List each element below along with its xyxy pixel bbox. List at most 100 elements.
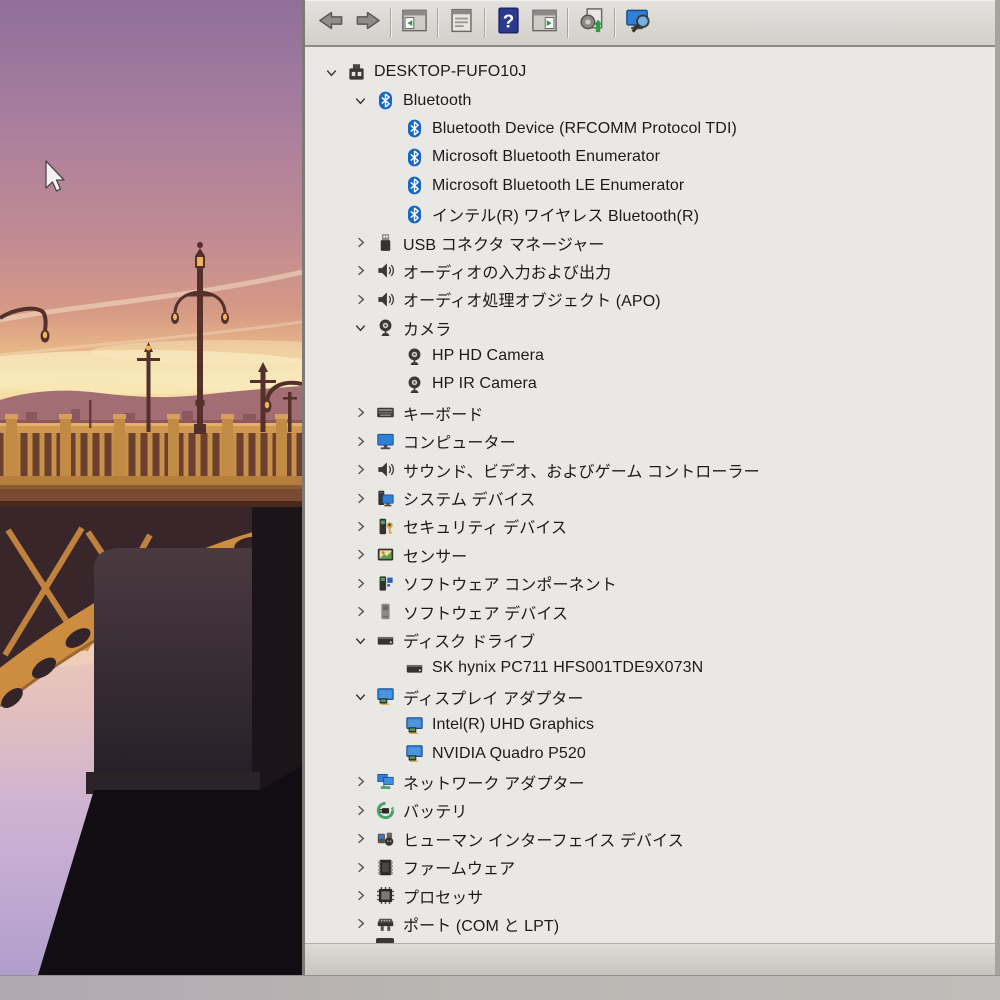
chevron-right-icon[interactable] xyxy=(346,886,375,905)
tree-item[interactable]: Microsoft Bluetooth Enumerator xyxy=(305,143,995,171)
processor-icon xyxy=(375,886,395,905)
desktop-wallpaper xyxy=(0,0,302,975)
tree-item[interactable]: オーディオの入力および出力 xyxy=(305,257,995,285)
console-tree-window-icon xyxy=(400,6,429,40)
display-icon xyxy=(404,744,424,763)
sunset-bridge-illustration xyxy=(0,160,302,975)
tree-item[interactable]: ディスプレイ アダプター xyxy=(305,683,995,711)
device-manager-window: ? DESKTOP-FUFO10J Bluetooth Bluetooth Devi… xyxy=(302,0,1000,975)
tree-item[interactable]: Intel(R) UHD Graphics xyxy=(305,711,995,739)
chevron-down-icon[interactable] xyxy=(317,63,346,82)
chevron-right-icon[interactable] xyxy=(346,829,375,848)
tree-item[interactable]: Bluetooth xyxy=(305,86,995,114)
chevron-down-icon[interactable] xyxy=(346,631,375,650)
computer-root-icon xyxy=(346,63,366,82)
device-tree: DESKTOP-FUFO10J Bluetooth Bluetooth Device… xyxy=(305,49,995,943)
tree-item-label: ディスプレイ アダプター xyxy=(403,690,584,708)
camera-icon xyxy=(404,375,424,394)
chevron-right-icon[interactable] xyxy=(346,489,375,508)
monitor-icon xyxy=(375,432,395,451)
mouse-cursor xyxy=(45,160,65,192)
disk-icon xyxy=(404,659,424,678)
bluetooth-icon xyxy=(404,119,424,138)
tree-item-label: Microsoft Bluetooth Enumerator xyxy=(432,148,660,166)
tree-item[interactable]: キーボード xyxy=(305,399,995,427)
help-question-icon: ? xyxy=(494,6,523,40)
svg-text:?: ? xyxy=(502,10,514,31)
show-action-pane-button[interactable] xyxy=(526,5,562,41)
tree-item[interactable]: NVIDIA Quadro P520 xyxy=(305,739,995,767)
chevron-right-icon[interactable] xyxy=(346,261,375,280)
toolbar-separator xyxy=(390,7,391,38)
properties-button[interactable] xyxy=(443,5,479,41)
software-component-icon xyxy=(375,574,395,593)
chevron-right-icon[interactable] xyxy=(346,517,375,536)
tree-item[interactable]: ネットワーク アダプター xyxy=(305,768,995,796)
tree-item[interactable]: ディスク ドライブ xyxy=(305,626,995,654)
usb-icon xyxy=(375,233,395,252)
chevron-right-icon[interactable] xyxy=(346,545,375,564)
tree-item[interactable]: コンピューター xyxy=(305,427,995,455)
tree-item[interactable]: インテル(R) ワイヤレス Bluetooth(R) xyxy=(305,200,995,228)
tree-item[interactable]: ポート (COM と LPT) xyxy=(305,910,995,938)
software-device-icon xyxy=(375,602,395,621)
chevron-right-icon[interactable] xyxy=(346,801,375,820)
chevron-right-icon[interactable] xyxy=(346,858,375,877)
chevron-right-icon[interactable] xyxy=(346,574,375,593)
help-button[interactable]: ? xyxy=(490,5,526,41)
tree-item[interactable]: HP IR Camera xyxy=(305,370,995,398)
tree-item[interactable]: USB コネクタ マネージャー xyxy=(305,228,995,256)
tree-item[interactable]: ヒューマン インターフェイス デバイス xyxy=(305,825,995,853)
show-console-tree-button[interactable] xyxy=(396,5,432,41)
tree-item[interactable]: Microsoft Bluetooth LE Enumerator xyxy=(305,172,995,200)
tree-item[interactable]: カメラ xyxy=(305,314,995,342)
tree-item-label: SK hynix PC711 HFS001TDE9X073N xyxy=(432,659,704,677)
tree-item[interactable]: オーディオ処理オブジェクト (APO) xyxy=(305,285,995,313)
tree-item[interactable]: HP HD Camera xyxy=(305,342,995,370)
tree-item[interactable]: セキュリティ デバイス xyxy=(305,512,995,540)
chevron-down-icon[interactable] xyxy=(346,687,375,706)
audio-icon xyxy=(375,460,395,479)
chevron-right-icon[interactable] xyxy=(346,602,375,621)
chevron-down-icon[interactable] xyxy=(346,318,375,337)
chevron-right-icon[interactable] xyxy=(346,233,375,252)
tree-item-label: ネットワーク アダプター xyxy=(403,775,585,793)
tree-item-label: オーディオ処理オブジェクト (APO) xyxy=(403,293,661,311)
scan-hardware-changes-button[interactable] xyxy=(620,5,656,41)
network-icon xyxy=(375,772,395,791)
scan-hardware-monitor-icon xyxy=(624,6,653,40)
laptop-bezel xyxy=(0,975,1000,1000)
chevron-right-icon[interactable] xyxy=(346,460,375,479)
tree-item-label: プロセッサ xyxy=(403,889,484,907)
chevron-down-icon[interactable] xyxy=(346,91,375,110)
tree-item[interactable]: システム デバイス xyxy=(305,484,995,512)
tree-item[interactable]: サウンド、ビデオ、およびゲーム コントローラー xyxy=(305,455,995,483)
tree-item[interactable]: センサー xyxy=(305,541,995,569)
chevron-right-icon[interactable] xyxy=(346,290,375,309)
tree-item[interactable]: ソフトウェア コンポーネント xyxy=(305,569,995,597)
tree-item[interactable]: ファームウェア xyxy=(305,853,995,881)
tree-item[interactable]: DESKTOP-FUFO10J xyxy=(305,58,995,86)
tree-item[interactable]: プロセッサ xyxy=(305,881,995,909)
chevron-right-icon[interactable] xyxy=(346,772,375,791)
tree-item-label: センサー xyxy=(403,548,468,566)
update-driver-gear-icon xyxy=(577,6,606,40)
forward-button[interactable] xyxy=(349,5,385,41)
tree-item-label: ソフトウェア コンポーネント xyxy=(403,577,617,595)
back-button[interactable] xyxy=(313,5,349,41)
tree-item[interactable]: Bluetooth Device (RFCOMM Protocol TDI) xyxy=(305,115,995,143)
system-icon xyxy=(375,489,395,508)
tree-item-label: サウンド、ビデオ、およびゲーム コントローラー xyxy=(403,463,760,481)
tree-item[interactable]: SK hynix PC711 HFS001TDE9X073N xyxy=(305,654,995,682)
tree-item-label: インテル(R) ワイヤレス Bluetooth(R) xyxy=(432,208,700,226)
chevron-right-icon[interactable] xyxy=(346,432,375,451)
port-icon xyxy=(375,914,395,933)
update-driver-button[interactable] xyxy=(573,5,609,41)
chevron-right-icon[interactable] xyxy=(346,914,375,933)
tree-item[interactable]: バッテリ xyxy=(305,796,995,824)
tree-item[interactable]: ソフトウェア デバイス xyxy=(305,597,995,625)
tree-item-label: コンピューター xyxy=(403,435,516,453)
chevron-right-icon[interactable] xyxy=(346,403,375,422)
